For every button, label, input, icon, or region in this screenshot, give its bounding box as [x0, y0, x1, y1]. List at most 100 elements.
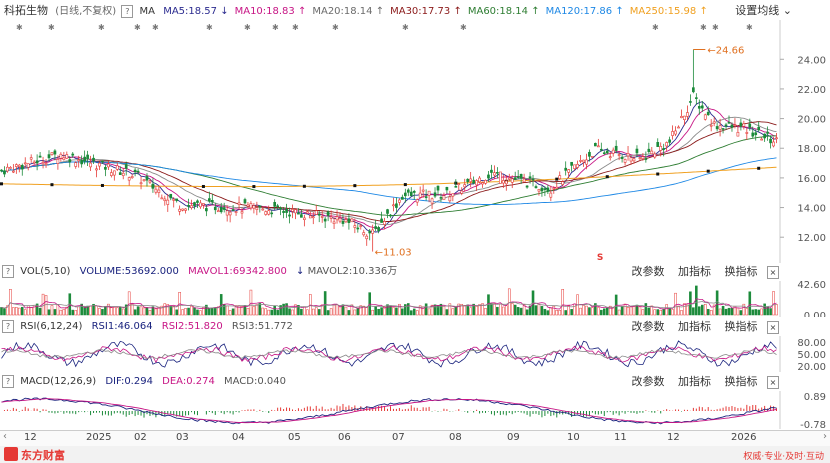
candle-body [706, 111, 710, 116]
change-params-button[interactable]: 改参数 [632, 375, 665, 388]
close-icon[interactable]: × [767, 375, 779, 389]
volume-bar [356, 308, 360, 316]
change-params-button[interactable]: 改参数 [632, 320, 665, 333]
volume-bar [252, 306, 256, 316]
vol-volume: VOLUME:53692.000 [79, 266, 179, 277]
candle-body [451, 193, 455, 197]
candle-body [567, 169, 570, 173]
volume-bar [225, 305, 229, 316]
price-chart[interactable]: ✱ ✱ ✱ ✱ ✱ ✱ ✱ ✱ ✱ ✱ ✱ ✱ ✱ ✱ ✱ ✱ ←24.66 ←11.03 S 24.00 22.0… [0, 20, 830, 263]
candle-body [136, 170, 140, 173]
candle-body [605, 150, 609, 154]
candle-body [582, 159, 585, 163]
swap-indicator-button[interactable]: 换指标 [725, 375, 758, 388]
volume-bar [626, 306, 630, 316]
candle-body [519, 173, 523, 179]
candle-body [142, 179, 146, 182]
candle-body [490, 169, 493, 173]
add-indicator-button[interactable]: 加指标 [678, 320, 711, 333]
close-icon[interactable]: × [767, 265, 779, 279]
x-axis-label: 2025 [86, 432, 112, 443]
stock-subtitle: (日线,不复权) [55, 6, 117, 17]
volume-bar [493, 303, 496, 316]
ma250-marker [706, 169, 710, 173]
swap-indicator-button[interactable]: 换指标 [725, 320, 758, 333]
settings-ma-button[interactable]: 设置均线 ⌄ [735, 2, 792, 20]
help-icon[interactable]: ? [121, 4, 134, 18]
candle-body [222, 207, 226, 210]
volume-bar [638, 306, 642, 316]
candle-body [273, 201, 277, 207]
volume-bar [475, 306, 478, 316]
volume-bar [760, 308, 763, 316]
candle-body [620, 156, 624, 159]
volume-bar [184, 308, 187, 316]
candle-body [172, 198, 176, 201]
candle-body [294, 209, 297, 214]
event-star-icon: ✱ [712, 23, 719, 32]
candle-body [751, 132, 755, 137]
candle-body [300, 214, 303, 218]
ma-item: MA120:17.86 ↑ [545, 6, 624, 17]
volume-bar [644, 303, 648, 316]
candle-body [121, 172, 125, 176]
candle-body [668, 139, 671, 143]
swap-indicator-button[interactable]: 换指标 [725, 265, 758, 278]
volume-bar [534, 305, 538, 316]
volume-bar [12, 307, 15, 316]
volume-bar [243, 305, 247, 316]
rsi-chart[interactable]: 80.0050.0020.00 [0, 336, 830, 372]
ma250-marker [201, 184, 205, 188]
candle-body [175, 198, 179, 202]
candle-body [246, 204, 250, 207]
candle-body [525, 185, 529, 188]
volume-bar [751, 309, 755, 316]
candle-body [219, 207, 223, 213]
ma250-marker [757, 166, 761, 170]
volume-bar [347, 310, 351, 316]
volume-bar [442, 306, 446, 316]
candle-body [6, 166, 9, 172]
x-axis-label: 06 [338, 432, 351, 443]
ma250-marker [353, 184, 357, 188]
scroll-left-icon[interactable]: ‹ [3, 431, 7, 442]
event-star-icon: ✱ [48, 23, 55, 32]
volume-bar [748, 291, 752, 316]
candle-body [703, 114, 707, 120]
candle-body [386, 209, 389, 214]
event-star-icon: ✱ [332, 23, 339, 32]
add-indicator-button[interactable]: 加指标 [678, 265, 711, 278]
candle-body [23, 162, 27, 165]
volume-bar [163, 303, 167, 316]
close-icon[interactable]: × [767, 320, 779, 334]
volume-chart[interactable]: 42.60 0.00 [0, 281, 830, 317]
volume-bar [291, 309, 294, 316]
candle-body [50, 152, 54, 155]
volume-bar [433, 304, 437, 316]
brand-logo [4, 447, 18, 461]
candle-body [196, 200, 199, 203]
volume-bar [15, 307, 18, 316]
help-icon[interactable]: ? [2, 319, 14, 333]
volume-bar [127, 291, 131, 316]
candle-body [255, 207, 259, 210]
candle-body [484, 179, 487, 184]
candle-body [258, 205, 262, 208]
change-params-button[interactable]: 改参数 [632, 265, 665, 278]
volume-bar [718, 308, 722, 316]
volume-bar [683, 303, 686, 316]
macd-chart[interactable]: 0.89 -0.78 [0, 391, 830, 429]
x-axis-label: 08 [449, 432, 462, 443]
help-icon[interactable]: ? [2, 374, 14, 388]
help-icon[interactable]: ? [2, 264, 14, 278]
event-star-icon: ✱ [402, 23, 409, 32]
add-indicator-button[interactable]: 加指标 [678, 375, 711, 388]
candle-body [775, 137, 778, 140]
time-axis[interactable]: ‹ › 12 2025 02 03 04 05 06 07 08 09 10 11 12 2026 [0, 430, 830, 447]
volume-bar [196, 309, 199, 316]
candle-body [9, 167, 12, 169]
scroll-right-icon[interactable]: › [823, 431, 827, 442]
volume-bar [451, 308, 455, 316]
volume-bar [445, 309, 449, 316]
candle-body [403, 192, 407, 197]
